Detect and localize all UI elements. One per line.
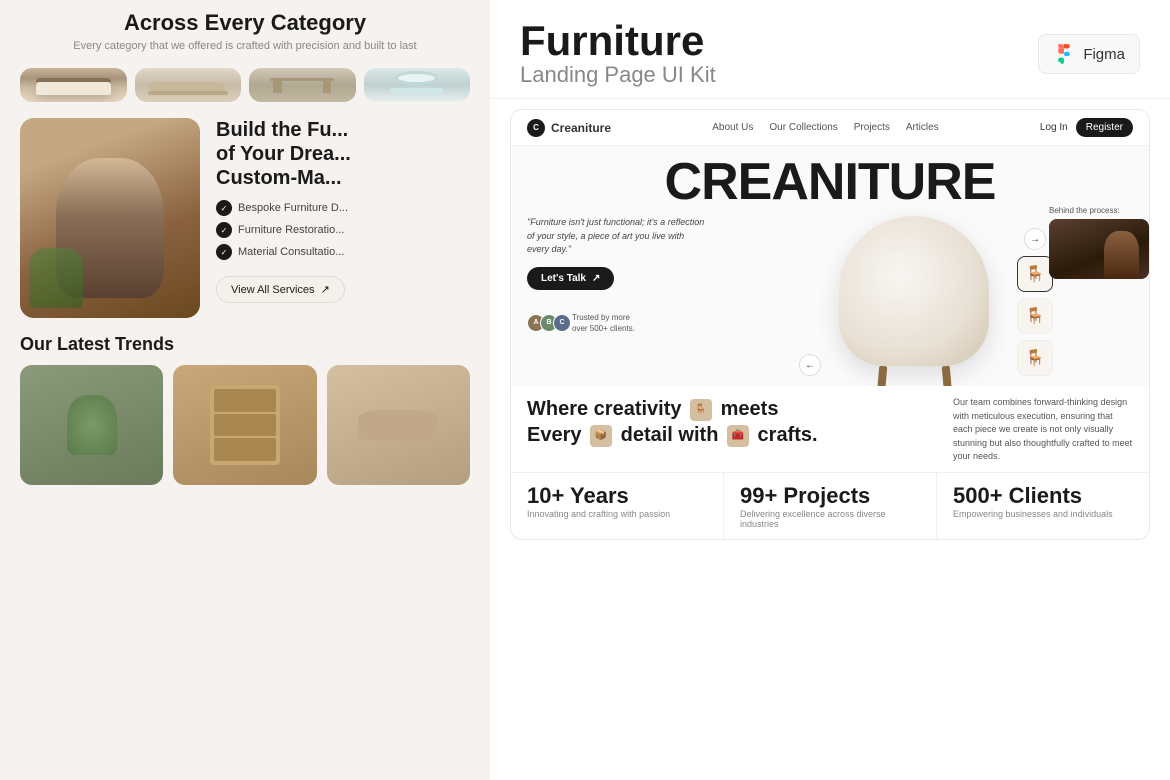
chair-visual: Zenith Chair — [829, 216, 1009, 376]
category-card-living[interactable]: Living Room Sofa Coffee Table Armchair — [135, 68, 242, 102]
chair-leg-1 — [876, 366, 887, 386]
furniture-main-title: Furniture — [520, 20, 716, 62]
nav-projects[interactable]: Projects — [854, 122, 890, 133]
furniture-subtitle: Landing Page UI Kit — [520, 62, 716, 88]
app-nav-links: About Us Our Collections Projects Articl… — [712, 122, 938, 133]
view-all-services-button[interactable]: View All Services ↗ — [216, 276, 345, 303]
stat-years-label: Innovating and crafting with passion — [527, 509, 707, 519]
prev-arrow[interactable]: ← — [799, 354, 821, 376]
avatar-3: C — [553, 314, 571, 332]
checkmark-2: ✓ — [216, 222, 232, 238]
nav-about[interactable]: About Us — [712, 122, 753, 133]
chair-thumb-2[interactable]: 🪑 — [1017, 298, 1053, 334]
creativity-left: Where creativity 🪑 meets Every 📦 detail … — [527, 396, 937, 464]
stat-years-number: 10+ Years — [527, 483, 707, 509]
checkmark-3: ✓ — [216, 244, 232, 260]
category-card-bedroom[interactable]: Bedroom Bed Nightstand Wardrobe — [20, 68, 127, 102]
build-image: 🪑 Arm Chair Currently building — [20, 118, 200, 318]
stat-clients: 500+ Clients Empowering businesses and i… — [937, 473, 1149, 539]
section-title: Across Every Category — [30, 10, 460, 36]
stat-projects-number: 99+ Projects — [740, 483, 920, 509]
app-nav-actions: Log In Register — [1040, 118, 1133, 137]
app-mockup: C Creaniture About Us Our Collections Pr… — [510, 109, 1150, 540]
stat-years: 10+ Years Innovating and crafting with p… — [511, 473, 724, 539]
creativity-section: Where creativity 🪑 meets Every 📦 detail … — [511, 386, 1149, 472]
furniture-header: Furniture Landing Page UI Kit Figma — [490, 0, 1170, 99]
nav-articles[interactable]: Articles — [906, 122, 939, 133]
right-panel: Furniture Landing Page UI Kit Figma C Cr… — [490, 0, 1170, 780]
trend-card-3[interactable] — [327, 365, 470, 485]
behind-video[interactable]: ▶ — [1049, 219, 1149, 279]
creativity-icon-2: 📦 — [590, 425, 612, 447]
feature-2: ✓ Furniture Restoratio... — [216, 222, 470, 238]
behind-process: Behind the process: ▶ — [1049, 206, 1149, 279]
figma-label: Figma — [1083, 46, 1125, 63]
logo-icon: C — [527, 119, 545, 137]
category-card-dining[interactable]: Dining Room Table Chairs Cabinet — [249, 68, 356, 102]
creativity-title: Where creativity 🪑 meets Every 📦 detail … — [527, 396, 937, 448]
trends-grid — [20, 365, 470, 485]
stat-clients-number: 500+ Clients — [953, 483, 1133, 509]
chair-thumb-3[interactable]: 🪑 — [1017, 340, 1053, 376]
hero-content-row: "Furniture isn't just functional; it's a… — [527, 216, 1133, 376]
build-heading: Build the Fu...of Your Drea...Custom-Ma.… — [216, 118, 470, 190]
build-text: Build the Fu...of Your Drea...Custom-Ma.… — [216, 118, 470, 318]
lets-talk-button[interactable]: Let's Talk ↗ — [527, 267, 614, 290]
stats-row: 10+ Years Innovating and crafting with p… — [511, 472, 1149, 539]
checkmark-1: ✓ — [216, 200, 232, 216]
logo-text: Creaniture — [551, 121, 611, 135]
arrow-icon: ↗ — [592, 273, 600, 284]
stat-projects-label: Delivering excellence across diverse ind… — [740, 509, 920, 529]
creativity-description: Our team combines forward-thinking desig… — [953, 396, 1133, 464]
latest-trends-title: Our Latest Trends — [20, 334, 470, 355]
creativity-every: Every — [527, 424, 587, 446]
feature-3: ✓ Material Consultatio... — [216, 244, 470, 260]
creativity-crafts: crafts. — [758, 424, 818, 446]
app-nav: C Creaniture About Us Our Collections Pr… — [511, 110, 1149, 146]
behind-label: Behind the process: — [1049, 206, 1149, 215]
section-subtitle: Every category that we offered is crafte… — [30, 40, 460, 52]
hero-big-text: CREANITURE — [527, 156, 1133, 208]
trend-card-1[interactable] — [20, 365, 163, 485]
creativity-detail: detail with — [621, 424, 724, 446]
figma-icon — [1053, 43, 1075, 65]
creativity-icon-1: 🪑 — [690, 399, 712, 421]
trend-card-2[interactable] — [173, 365, 316, 485]
chair-main — [839, 216, 989, 366]
trusted-text: Trusted by moreover 500+ clients. — [572, 312, 635, 334]
next-arrow[interactable]: → — [1024, 228, 1046, 250]
furniture-title-block: Furniture Landing Page UI Kit — [520, 20, 716, 88]
build-section: 🪑 Arm Chair Currently building Build the… — [0, 118, 490, 334]
register-button[interactable]: Register — [1076, 118, 1133, 137]
hero-left: "Furniture isn't just functional; it's a… — [527, 216, 707, 376]
hero-quote: "Furniture isn't just functional; it's a… — [527, 216, 707, 257]
app-logo: C Creaniture — [527, 119, 611, 137]
left-panel: Across Every Category Every category tha… — [0, 0, 490, 780]
stat-clients-label: Empowering businesses and individuals — [953, 509, 1133, 519]
category-card-bathroom[interactable]: Bathroom — [364, 68, 471, 102]
app-hero: CREANITURE "Furniture isn't just functio… — [511, 146, 1149, 386]
trusted-row: A B C Trusted by moreover 500+ clients. — [527, 312, 707, 334]
section-header: Across Every Category Every category tha… — [0, 0, 490, 68]
chair-thumb-1[interactable]: 🪑 — [1017, 256, 1053, 292]
figma-badge[interactable]: Figma — [1038, 34, 1140, 74]
login-button[interactable]: Log In — [1040, 122, 1068, 133]
nav-collections[interactable]: Our Collections — [769, 122, 837, 133]
chair-leg-2 — [941, 366, 952, 386]
avatars: A B C — [527, 314, 566, 332]
creativity-line1: Where creativity — [527, 398, 682, 420]
creativity-meets: meets — [721, 398, 779, 420]
chair-legs — [849, 366, 979, 386]
arrow-icon: ↗ — [321, 283, 330, 296]
category-cards: Bedroom Bed Nightstand Wardrobe Living R… — [0, 68, 490, 118]
feature-1: ✓ Bespoke Furniture D... — [216, 200, 470, 216]
stat-projects: 99+ Projects Delivering excellence acros… — [724, 473, 937, 539]
creativity-icon-3: 🧰 — [727, 425, 749, 447]
latest-trends-section: Our Latest Trends — [0, 334, 490, 485]
